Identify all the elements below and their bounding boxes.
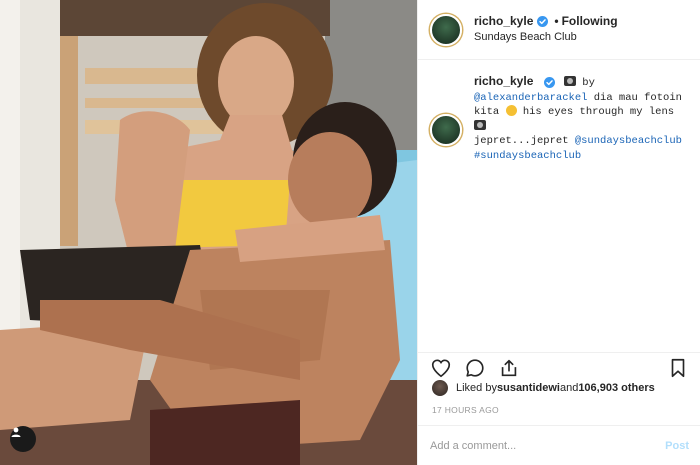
- caption-author-avatar[interactable]: [430, 114, 462, 146]
- bookmark-icon[interactable]: [667, 357, 689, 379]
- post-comment-button[interactable]: Post: [665, 440, 689, 452]
- likes-middle: and: [559, 382, 579, 394]
- post-timestamp[interactable]: 17 HOURS AGO: [432, 405, 499, 415]
- following-button[interactable]: Following: [562, 14, 618, 29]
- comment-bar: Post: [418, 425, 700, 465]
- header-text: richo_kyle • Following Sundays Beach Clu…: [474, 14, 618, 45]
- header-separator: •: [554, 14, 559, 29]
- verified-badge-icon: [543, 76, 555, 88]
- verified-badge-icon: [537, 16, 549, 28]
- heart-icon[interactable]: [430, 357, 452, 379]
- caption-mention-photographer[interactable]: @alexanderbarackel: [474, 92, 587, 104]
- post-image[interactable]: [0, 0, 417, 465]
- liker-username[interactable]: susantidewi: [497, 382, 560, 394]
- caption-text-3: jepret...jepret: [474, 135, 575, 147]
- caption: richo_kyle by @alexanderbarackel dia mau…: [418, 60, 700, 163]
- caption-hashtag[interactable]: #sundaysbeachclub: [474, 150, 581, 162]
- comment-icon[interactable]: [464, 357, 486, 379]
- post-photo-illustration: [0, 0, 417, 465]
- post-side-panel: richo_kyle • Following Sundays Beach Clu…: [417, 0, 700, 465]
- caption-text-2: his eyes through my lens: [516, 106, 675, 118]
- caption-by: by: [576, 77, 595, 89]
- person-icon: [11, 427, 21, 437]
- action-bar: [418, 352, 700, 378]
- location-link[interactable]: Sundays Beach Club: [474, 31, 618, 45]
- caption-username[interactable]: richo_kyle: [474, 74, 533, 88]
- caption-mention-club[interactable]: @sundaysbeachclub: [575, 135, 682, 147]
- likes-count[interactable]: 106,903 others: [578, 382, 654, 394]
- caption-text: richo_kyle by @alexanderbarackel dia mau…: [474, 74, 684, 163]
- header-line: richo_kyle • Following: [474, 14, 618, 29]
- author-username[interactable]: richo_kyle: [474, 14, 533, 29]
- camera-icon: [564, 76, 576, 86]
- likes-prefix: Liked by: [456, 382, 497, 394]
- share-icon[interactable]: [498, 357, 520, 379]
- comment-input[interactable]: [430, 439, 630, 452]
- post-header: richo_kyle • Following Sundays Beach Clu…: [418, 0, 700, 60]
- smile-emoji-icon: [505, 105, 517, 116]
- liker-avatar[interactable]: [432, 380, 448, 396]
- camera-icon: [474, 119, 486, 130]
- likes-summary: Liked by susantidewi and 106,903 others: [432, 380, 655, 396]
- author-avatar[interactable]: [430, 13, 462, 46]
- user-tag-icon[interactable]: [10, 426, 36, 452]
